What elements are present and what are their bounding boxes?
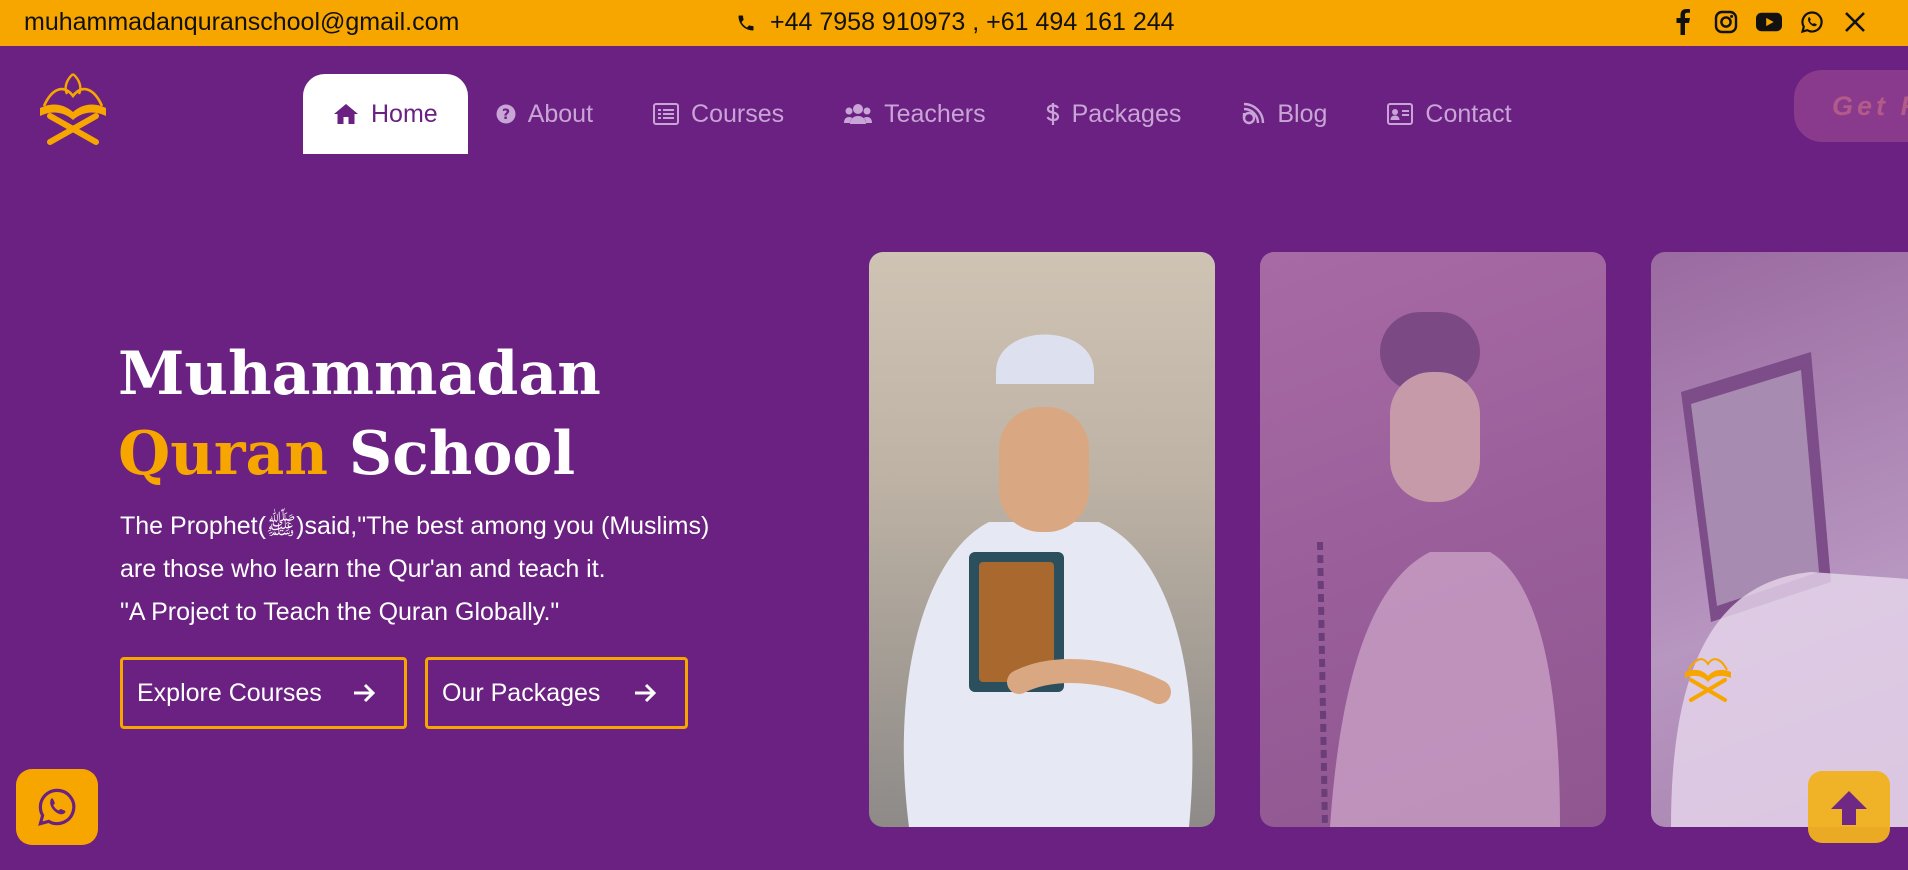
address-card-icon [1387, 103, 1414, 125]
nav-item-label: Blog [1277, 99, 1328, 128]
hero-title-accent: Quran [118, 419, 328, 489]
nav-item-label: Contact [1425, 99, 1512, 128]
nav-item-label: About [527, 99, 594, 128]
nav-item-home[interactable]: Home [303, 74, 468, 154]
scroll-to-top-button[interactable] [1808, 771, 1890, 843]
our-packages-button[interactable]: Our Packages [425, 657, 688, 729]
instagram-icon[interactable] [1713, 9, 1739, 35]
get-started-button[interactable]: Get F [1794, 70, 1908, 142]
nav-item-packages[interactable]: Packages [1016, 74, 1212, 154]
hero-text-line: are those who learn the Qur'an and teach… [120, 555, 606, 583]
top-contact-bar: muhammadanquranschool@gmail.com +44 7958… [0, 0, 1908, 46]
explore-courses-label: Explore Courses [137, 678, 322, 707]
social-links [1670, 9, 1868, 35]
youtube-icon[interactable] [1756, 9, 1782, 35]
whatsapp-chat-button[interactable] [16, 769, 98, 845]
arrow-right-icon [354, 683, 376, 703]
question-circle-icon: ? [496, 104, 516, 124]
site-logo[interactable] [34, 70, 112, 146]
blog-icon [1243, 102, 1265, 125]
hero-title-rest: School [328, 419, 576, 489]
list-icon [653, 103, 680, 125]
explore-courses-button[interactable]: Explore Courses [120, 657, 407, 729]
hero-image-boy-praying [1260, 252, 1606, 827]
home-icon [334, 104, 358, 124]
phone-icon [738, 15, 754, 30]
nav-item-label: Courses [691, 99, 785, 128]
arrow-right-icon [635, 683, 657, 703]
hero-image-children-reading [1651, 252, 1908, 827]
nav-item-about[interactable]: ? About [468, 74, 623, 154]
cta-label: Get F [1832, 90, 1908, 121]
main-nav: Home ? About Courses Teachers Packages B… [303, 74, 1542, 154]
contact-email[interactable]: muhammadanquranschool@gmail.com [24, 8, 459, 37]
arrow-up-icon [1831, 791, 1867, 825]
whatsapp-icon[interactable] [1799, 9, 1825, 35]
contact-phone[interactable]: +44 7958 910973 , +61 494 161 244 [736, 8, 1175, 37]
nav-item-courses[interactable]: Courses [623, 74, 814, 154]
nav-item-label: Teachers [884, 99, 986, 128]
hero-title: Muhammadan Quran School [118, 334, 601, 494]
nav-item-contact[interactable]: Contact [1357, 74, 1541, 154]
nav-item-label: Packages [1071, 99, 1182, 128]
hero-text-line: The Prophet(ﷺ)said,"The best among you (… [120, 512, 710, 540]
nav-item-label: Home [371, 99, 438, 128]
our-packages-label: Our Packages [442, 678, 601, 707]
hero-text-line: "A Project to Teach the Quran Globally." [120, 598, 560, 626]
whatsapp-icon [38, 788, 76, 826]
users-icon [844, 104, 873, 124]
hero-description: The Prophet(ﷺ)said,"The best among you (… [120, 505, 709, 634]
x-icon[interactable] [1842, 9, 1868, 35]
facebook-icon[interactable] [1670, 9, 1696, 35]
hero-title-line1: Muhammadan [118, 339, 601, 409]
svg-text:?: ? [502, 107, 510, 123]
dollar-icon [1046, 103, 1059, 125]
hero-image-boy-with-quran [869, 252, 1215, 827]
nav-item-blog[interactable]: Blog [1211, 74, 1357, 154]
nav-item-teachers[interactable]: Teachers [814, 74, 1015, 154]
contact-phone-text: +44 7958 910973 , +61 494 161 244 [770, 8, 1175, 36]
